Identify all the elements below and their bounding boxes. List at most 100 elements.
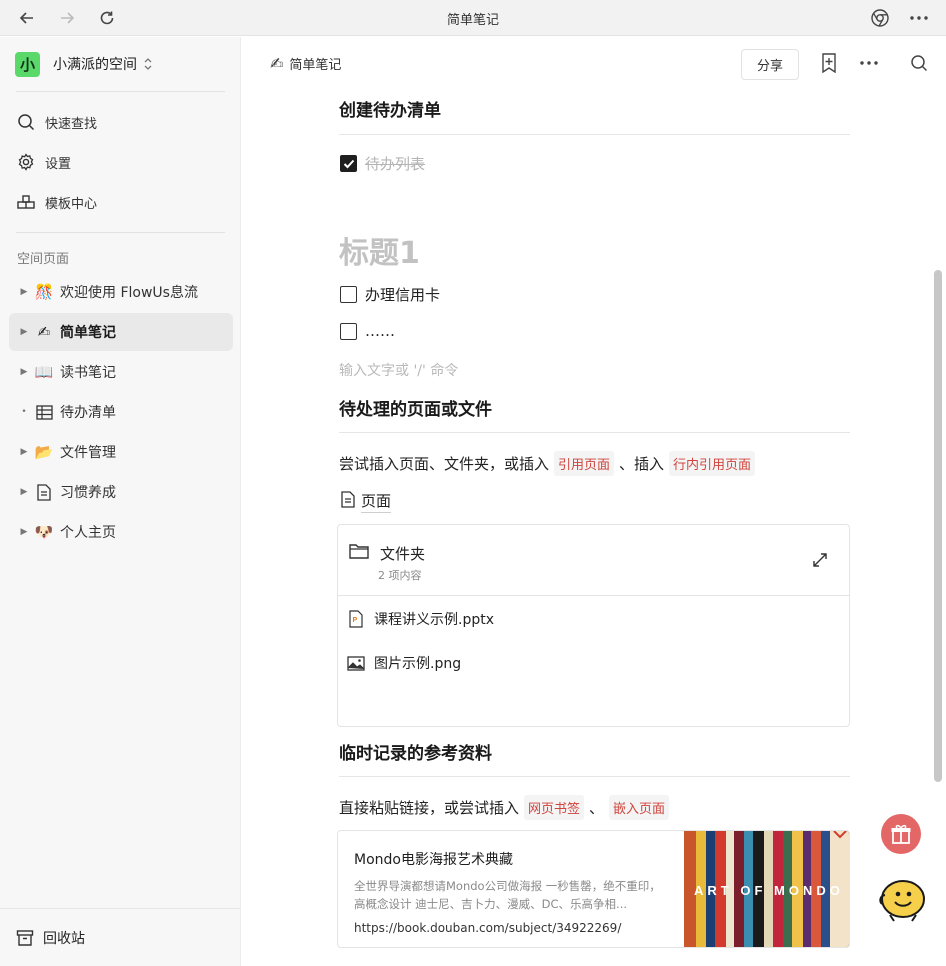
page-link[interactable]: 页面 — [341, 490, 392, 513]
sidebar-item-templates[interactable]: 模板中心 — [16, 189, 97, 215]
bookmark-description: 全世界导演都想请Mondo公司做海报 一秒售罄，绝不重印，高概念设计 迪士尼、吉… — [354, 879, 661, 911]
assistant-smiley-icon[interactable] — [876, 875, 928, 923]
gift-icon — [891, 824, 911, 844]
para-text: 、 — [589, 799, 605, 817]
pptx-file-icon: P — [346, 610, 366, 628]
cover-text: ART OF MONDO — [694, 883, 844, 898]
writing-hand-icon: ✍ — [270, 54, 284, 73]
confetti-icon: 🎊 — [34, 283, 54, 301]
sidebar-item-quick-find[interactable]: 快速查找 — [16, 109, 97, 135]
writing-hand-icon: ✍ — [37, 323, 51, 341]
breadcrumb[interactable]: ✍ 简单笔记 — [270, 54, 341, 73]
workspace-switcher[interactable]: 小 小满派的空间 — [15, 51, 153, 77]
section-label: 空间页面 — [17, 252, 70, 267]
sidebar-divider — [16, 91, 225, 92]
sidebar-page-habits[interactable]: ▶ 习惯养成 — [9, 473, 233, 511]
para-text: 直接粘贴链接，或尝试插入 — [339, 799, 520, 817]
divider — [339, 432, 850, 433]
window-title: 简单笔记 — [446, 13, 499, 28]
file-item[interactable]: 图片示例.png — [346, 653, 461, 673]
page-label: 待办清单 — [60, 405, 116, 421]
bookmark-add-icon[interactable] — [817, 51, 841, 75]
expand-arrow-icon[interactable]: ▶ — [18, 447, 30, 457]
todo-item[interactable]: …… — [340, 322, 395, 340]
folder-block[interactable]: 文件夹 2 项内容 P 课程讲义示例.pptx 图片示例.png — [337, 524, 850, 727]
heading1-placeholder[interactable]: 标题1 — [339, 228, 420, 272]
sidebar-page-reading-notes[interactable]: ▶ 📖 读书笔记 — [9, 353, 233, 391]
sidebar: 小 小满派的空间 快速查找 设置 模板中心 空间页面 ▶ 🎊 欢迎使用 Flow… — [0, 37, 241, 966]
todo-item-checked[interactable]: 待办列表 — [340, 153, 425, 174]
search-icon — [16, 112, 36, 132]
para-text: 尝试插入页面、文件夹，或插入 — [339, 455, 550, 473]
search-icon[interactable] — [907, 51, 931, 75]
file-name: 图片示例.png — [374, 656, 462, 672]
file-name: 课程讲义示例.pptx — [374, 612, 494, 628]
folder-header: 文件夹 2 项内容 — [338, 525, 849, 596]
folder-icon — [349, 543, 369, 559]
todo-item[interactable]: 办理信用卡 — [340, 284, 440, 305]
page-label: 个人主页 — [60, 525, 116, 541]
inline-tag[interactable]: 网页书签 — [524, 795, 585, 820]
reference-paragraph[interactable]: 直接粘贴链接，或尝试插入 网页书签 、 嵌入页面 — [339, 795, 674, 820]
inline-tag[interactable]: 引用页面 — [554, 451, 615, 476]
workspace-avatar: 小 — [15, 51, 40, 77]
web-bookmark-card[interactable]: Mondo电影海报艺术典藏 全世界导演都想请Mondo公司做海报 一秒售罄，绝不… — [337, 830, 850, 948]
expand-icon[interactable] — [812, 552, 828, 568]
sidebar-page-todo-list[interactable]: • 待办清单 — [9, 393, 233, 431]
expand-arrow-icon[interactable]: ▶ — [18, 287, 30, 297]
sidebar-item-label: 模板中心 — [45, 196, 98, 212]
sidebar-item-label: 设置 — [45, 156, 72, 172]
heading-references[interactable]: 临时记录的参考资料 — [339, 739, 492, 764]
sidebar-page-profile[interactable]: ▶ 🐶 个人主页 — [9, 513, 233, 551]
gift-button[interactable] — [881, 814, 921, 854]
more-options-icon[interactable] — [857, 51, 881, 75]
bookmark-url[interactable]: https://book.douban.com/subject/34922269… — [354, 921, 621, 935]
expand-arrow-icon[interactable]: ▶ — [18, 527, 30, 537]
page-label: 读书笔记 — [60, 365, 116, 381]
chevron-updown-icon — [143, 57, 153, 71]
divider — [339, 776, 850, 777]
trash-label: 回收站 — [43, 930, 85, 947]
checkbox-checked[interactable] — [340, 155, 357, 172]
bullet-dot-icon: • — [21, 407, 27, 417]
sidebar-page-file-management[interactable]: ▶ 📂 文件管理 — [9, 433, 233, 471]
document-icon — [341, 491, 355, 512]
folder-subtitle: 2 项内容 — [378, 569, 422, 582]
expand-arrow-icon[interactable]: ▶ — [18, 487, 30, 497]
page-label: 文件管理 — [60, 445, 116, 461]
page-label: 欢迎使用 FlowUs息流 — [60, 285, 198, 301]
inline-tag[interactable]: 行内引用页面 — [669, 451, 756, 476]
inline-tag[interactable]: 嵌入页面 — [609, 795, 670, 820]
breadcrumb-label: 简单笔记 — [289, 58, 342, 73]
divider — [339, 134, 850, 135]
trash-button[interactable]: 回收站 — [0, 908, 240, 966]
todo-text: 办理信用卡 — [365, 286, 441, 304]
sidebar-item-label: 快速查找 — [45, 116, 98, 132]
workspace-name: 小满派的空间 — [53, 57, 137, 73]
title-bar: 简单笔记 — [0, 0, 946, 36]
image-file-icon — [346, 655, 366, 671]
scrollbar[interactable] — [934, 270, 942, 782]
todo-text: 待办列表 — [365, 155, 426, 173]
folder-title: 文件夹 — [380, 545, 426, 563]
bookmark-title: Mondo电影海报艺术典藏 — [354, 852, 513, 868]
expand-arrow-icon[interactable]: ▶ — [18, 327, 30, 337]
checkbox[interactable] — [340, 286, 357, 303]
checkbox[interactable] — [340, 322, 357, 340]
bookmark-cover-image: ART OF MONDO — [684, 831, 849, 947]
pending-paragraph[interactable]: 尝试插入页面、文件夹，或插入 引用页面 、插入 行内引用页面 — [339, 451, 760, 476]
page-link-label: 页面 — [361, 490, 392, 513]
sidebar-page-simple-notes[interactable]: ▶ ✍ 简单笔记 — [9, 313, 233, 351]
more-options-icon[interactable] — [907, 6, 931, 30]
sidebar-item-settings[interactable]: 设置 — [16, 149, 71, 175]
document-icon — [34, 482, 54, 502]
trash-box-icon — [16, 929, 34, 947]
chrome-icon[interactable] — [868, 6, 892, 30]
file-item[interactable]: P 课程讲义示例.pptx — [346, 609, 494, 629]
expand-arrow-icon[interactable]: ▶ — [18, 367, 30, 377]
share-button[interactable]: 分享 — [741, 49, 799, 80]
sidebar-page-welcome[interactable]: ▶ 🎊 欢迎使用 FlowUs息流 — [9, 273, 233, 311]
heading-todo[interactable]: 创建待办清单 — [339, 96, 441, 121]
heading-pending[interactable]: 待处理的页面或文件 — [339, 395, 492, 420]
block-input-placeholder[interactable]: 输入文字或 '/' 命令 — [339, 360, 458, 380]
